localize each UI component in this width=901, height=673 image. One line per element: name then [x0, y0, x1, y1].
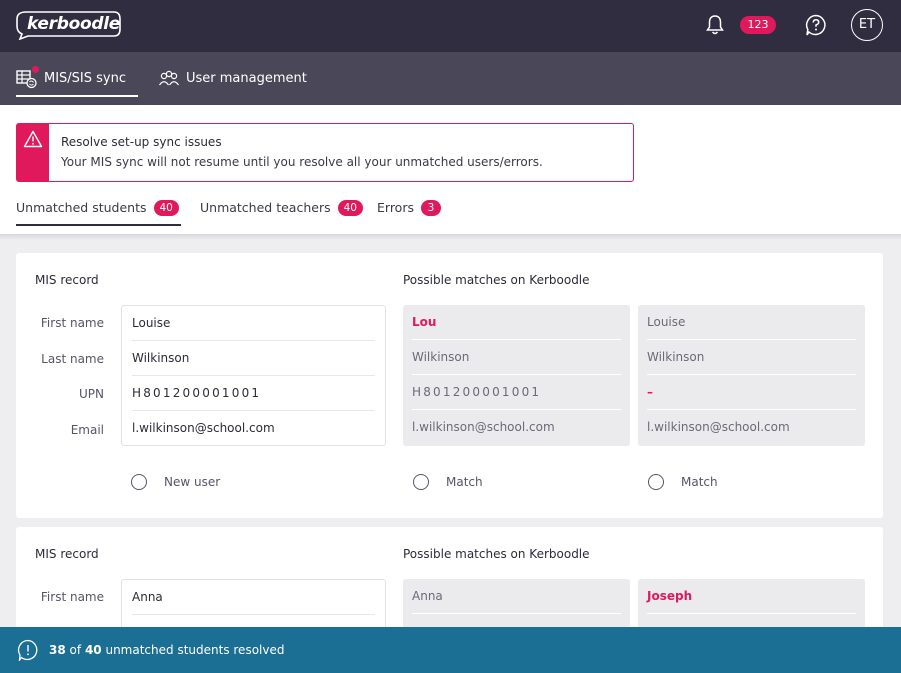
- secondary-nav: MIS/SIS sync User management: [0, 52, 901, 105]
- mis-record-heading: MIS record: [35, 273, 99, 287]
- new-user-radio-label: New user: [164, 475, 221, 489]
- possible-matches-heading: Possible matches on Kerboodle: [403, 273, 590, 287]
- match-email: l.wilkinson@school.com: [412, 420, 555, 434]
- resolved-suffix: unmatched students resolved: [105, 643, 285, 657]
- tab-label: Errors: [377, 200, 414, 215]
- top-bar: kerboodle 123 ET: [0, 0, 901, 52]
- kerboodle-logo[interactable]: kerboodle: [14, 10, 122, 40]
- nav-user-management-label: User management: [186, 71, 307, 86]
- possible-matches-heading: Possible matches on Kerboodle: [403, 547, 590, 561]
- sync-alert-dot: [32, 65, 39, 73]
- mis-first-name: Anna: [132, 580, 375, 615]
- tab-unmatched-teachers[interactable]: Unmatched teachers 40: [200, 200, 363, 230]
- count-badge: 3: [420, 200, 441, 216]
- warning-icon: [23, 130, 43, 148]
- count-badge: 40: [153, 200, 179, 216]
- match-first-name: Lou: [412, 305, 621, 340]
- alert-title: Resolve set-up sync issues: [61, 135, 222, 149]
- alert-message: Your MIS sync will not resume until you …: [61, 155, 543, 169]
- upn-label: UPN: [79, 387, 104, 401]
- alert-strip: [17, 124, 49, 181]
- resolved-progress-text: 38 of 40 unmatched students resolved: [49, 643, 284, 657]
- nav-mis-sis-sync[interactable]: MIS/SIS sync: [16, 52, 138, 105]
- tab-unmatched-students[interactable]: Unmatched students 40: [16, 200, 181, 230]
- user-avatar[interactable]: ET: [851, 9, 883, 41]
- record-card: MIS record Possible matches on Kerboodle…: [16, 253, 883, 518]
- help-icon[interactable]: [804, 13, 828, 37]
- info-icon: [17, 639, 38, 661]
- active-tab-underline: [16, 224, 181, 226]
- match-last-name: Wilkinson: [647, 340, 856, 375]
- active-nav-underline: [16, 95, 138, 97]
- match-first-name: Anna: [412, 579, 621, 614]
- match-radio-option[interactable]: Match: [413, 474, 483, 490]
- sync-table-icon: [16, 65, 39, 89]
- users-group-icon: [158, 69, 180, 89]
- new-user-radio[interactable]: [131, 474, 147, 490]
- match-first-name: Joseph: [647, 579, 856, 614]
- sync-issues-alert: Resolve set-up sync issues Your MIS sync…: [16, 123, 634, 182]
- content-shadow: [0, 234, 901, 240]
- count-badge: 40: [337, 200, 363, 216]
- mis-record-heading: MIS record: [35, 547, 99, 561]
- nav-mis-sis-sync-label: MIS/SIS sync: [44, 71, 127, 86]
- match-radio[interactable]: [648, 474, 664, 490]
- match-radio-label: Match: [446, 475, 483, 489]
- bell-icon[interactable]: [705, 14, 725, 36]
- match-candidate-card: Louise Wilkinson – l.wilkinson@school.co…: [638, 305, 865, 446]
- match-candidate-card: Lou Wilkinson H801200001001 l.wilkinson@…: [403, 305, 630, 446]
- last-name-label: Last name: [41, 352, 104, 366]
- mis-email: l.wilkinson@school.com: [132, 421, 275, 435]
- match-radio-label: Match: [681, 475, 718, 489]
- nav-user-management[interactable]: User management: [158, 52, 307, 105]
- tab-label: Unmatched teachers: [200, 200, 331, 215]
- new-user-radio-option[interactable]: New user: [131, 474, 220, 490]
- tab-errors[interactable]: Errors 3: [377, 200, 441, 230]
- notification-count-badge[interactable]: 123: [740, 16, 776, 34]
- match-email: l.wilkinson@school.com: [647, 420, 790, 434]
- mis-first-name: Louise: [132, 306, 375, 341]
- email-label: Email: [70, 423, 104, 437]
- match-first-name: Louise: [647, 305, 856, 340]
- first-name-label: First name: [40, 590, 104, 604]
- logo-text: kerboodle: [27, 14, 120, 34]
- match-upn-missing: –: [647, 375, 856, 410]
- mis-upn: H801200001001: [132, 376, 375, 411]
- mis-last-name: Wilkinson: [132, 341, 375, 376]
- mis-record-box: Louise Wilkinson H801200001001 l.wilkins…: [121, 305, 386, 446]
- of-text: of: [69, 643, 82, 657]
- match-radio-option[interactable]: Match: [648, 474, 718, 490]
- resolved-count: 38: [49, 643, 66, 657]
- tab-label: Unmatched students: [16, 200, 147, 215]
- match-radio[interactable]: [413, 474, 429, 490]
- total-count: 40: [84, 643, 102, 657]
- match-upn: H801200001001: [412, 375, 621, 410]
- match-last-name: Wilkinson: [412, 340, 621, 375]
- progress-footer: 38 of 40 unmatched students resolved: [0, 627, 901, 673]
- first-name-label: First name: [40, 316, 104, 330]
